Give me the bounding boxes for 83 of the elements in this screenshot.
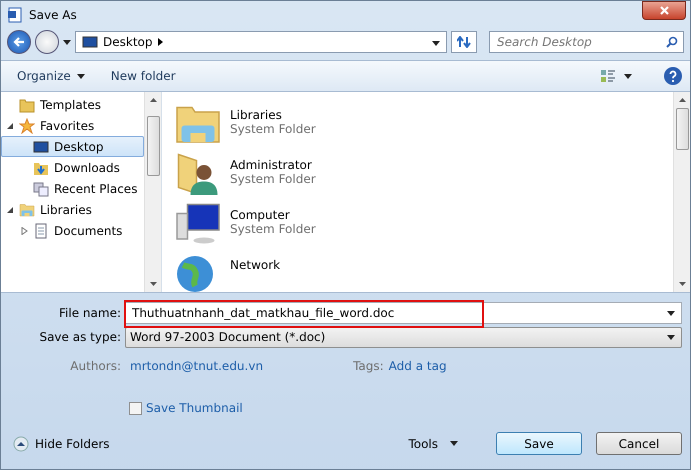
document-icon <box>33 222 49 238</box>
refresh-button[interactable] <box>451 31 477 53</box>
scroll-down-icon[interactable] <box>150 282 156 286</box>
dropdown-caret-icon <box>667 334 675 340</box>
help-button[interactable] <box>664 67 682 85</box>
file-item[interactable]: Network <box>174 250 673 292</box>
history-caret-icon <box>63 40 71 44</box>
authors-label: Authors: <box>69 359 122 373</box>
file-type: System Folder <box>230 122 316 136</box>
desktop-icon <box>33 138 49 154</box>
caret-icon <box>624 74 632 78</box>
file-item[interactable]: Administrator System Folder <box>174 150 673 198</box>
address-bar[interactable]: Desktop <box>75 31 447 53</box>
add-tag-link[interactable]: Add a tag <box>384 359 452 373</box>
cancel-button[interactable]: Cancel <box>596 432 682 455</box>
file-type: System Folder <box>230 172 316 186</box>
recent-places-icon <box>33 180 49 196</box>
field-label: Save as type: <box>38 330 122 344</box>
nav-item[interactable]: Libraries <box>1 199 144 220</box>
file-item[interactable]: Libraries System Folder <box>174 100 673 148</box>
file-type: System Folder <box>230 222 316 236</box>
new-folder-button[interactable]: New folder <box>102 65 184 87</box>
nav-label: Desktop <box>54 140 104 154</box>
save-thumbnail-checkbox[interactable]: Save Thumbnail <box>129 401 682 415</box>
back-button[interactable] <box>7 30 31 54</box>
hide-folders-button[interactable]: Hide Folders <box>9 436 110 452</box>
search-icon <box>666 36 678 48</box>
scroll-up-icon[interactable] <box>150 98 156 102</box>
nav-label: Downloads <box>54 160 120 174</box>
scroll-up-icon[interactable] <box>678 98 686 102</box>
nav-item[interactable]: Favorites <box>1 115 144 136</box>
expanded-triangle-icon[interactable] <box>6 122 14 130</box>
nav-label: Recent Places <box>54 182 138 196</box>
file-item[interactable]: Computer System Folder <box>174 200 673 248</box>
desktop-icon <box>82 34 98 50</box>
nav-label: Documents <box>54 224 122 238</box>
forward-button[interactable] <box>35 30 59 54</box>
details-view-icon <box>600 69 616 83</box>
view-options-button[interactable] <box>598 67 634 85</box>
nav-label: Favorites <box>40 118 94 132</box>
tools-menu[interactable]: Tools <box>402 436 464 452</box>
word-document-icon <box>7 6 23 22</box>
search-box[interactable]: Search Desktop <box>489 31 684 53</box>
scrollbar-thumb[interactable] <box>146 116 160 176</box>
checkbox[interactable] <box>129 402 142 414</box>
expanded-triangle-icon[interactable] <box>6 206 14 214</box>
nav-label: Libraries <box>40 202 92 216</box>
collapse-chevron-icon <box>13 436 29 452</box>
field-label: File name: <box>58 306 122 320</box>
file-name: Computer <box>230 208 291 222</box>
close-icon <box>660 6 668 15</box>
address-location: Desktop <box>103 35 152 49</box>
authors-link[interactable]: mrtondn@tnut.edu.vn <box>125 359 268 373</box>
scrollbar[interactable] <box>673 92 690 292</box>
scrollbar-thumb[interactable] <box>676 108 688 150</box>
breadcrumb-arrow-icon <box>158 38 162 46</box>
caret-icon <box>76 74 85 78</box>
libraries-folder-icon <box>19 202 35 218</box>
nav-item[interactable]: Recent Places <box>1 178 144 199</box>
tags-label: Tags: <box>353 359 384 373</box>
file-type-dropdown[interactable]: Word 97-2003 Document (*.doc) <box>125 326 682 348</box>
back-arrow-icon <box>13 36 25 48</box>
file-name: Libraries <box>230 108 283 122</box>
window-title: Save As <box>29 8 77 22</box>
close-button[interactable] <box>642 1 686 20</box>
caret-icon <box>450 441 458 446</box>
scroll-down-icon[interactable] <box>678 282 686 286</box>
nav-label: Templates <box>40 98 102 112</box>
collapsed-triangle-icon[interactable] <box>20 226 28 234</box>
dropdown-caret-icon <box>667 310 675 316</box>
nav-item[interactable]: Templates <box>1 94 144 115</box>
save-button[interactable]: Save <box>496 432 582 455</box>
nav-item[interactable]: Desktop <box>1 136 144 157</box>
scrollbar[interactable] <box>144 92 161 292</box>
organize-menu[interactable]: Organize <box>9 65 93 87</box>
file-name: Administrator <box>230 158 313 172</box>
file-name: Network <box>230 258 280 272</box>
refresh-arrows-icon <box>457 36 471 48</box>
folder-icon <box>19 96 35 112</box>
nav-item[interactable]: Documents <box>1 220 144 241</box>
star-icon <box>19 118 35 134</box>
nav-item[interactable]: Downloads <box>1 157 144 178</box>
address-caret-icon <box>432 41 440 46</box>
